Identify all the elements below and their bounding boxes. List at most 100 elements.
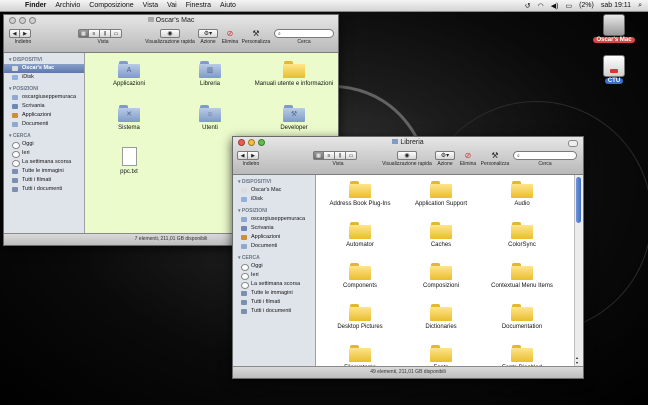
back-arrow-icon[interactable]: ◀ xyxy=(9,29,20,38)
folder-item[interactable]: Composizioni xyxy=(405,263,477,290)
desktop-icon-oscars-mac[interactable]: Oscar's Mac xyxy=(592,14,636,43)
folder-icon xyxy=(430,263,452,280)
menu-composizione[interactable]: Composizione xyxy=(89,2,133,9)
search-icon: ⌕ xyxy=(278,30,281,37)
folder-item[interactable]: Dictionaries xyxy=(405,304,477,331)
folder-item[interactable]: ✕ Sistema xyxy=(93,105,165,132)
sidebar-item-home[interactable]: oscargiuseppemuraca xyxy=(233,215,315,224)
delete-icon[interactable]: ⊘ xyxy=(219,29,241,38)
sidebar-item-documenti-search[interactable]: Tutti i documenti xyxy=(233,307,315,316)
time-machine-icon[interactable]: ↺ xyxy=(525,2,531,10)
sidebar-item-settimana[interactable]: La settimana scorsa xyxy=(233,280,315,289)
folder-item[interactable]: Automator xyxy=(324,222,396,249)
folder-item[interactable]: Fonts xyxy=(405,345,477,367)
menu-aiuto[interactable]: Aiuto xyxy=(220,2,236,9)
sidebar-item-home[interactable]: oscargiuseppemuraca xyxy=(4,93,84,102)
menu-vista[interactable]: Vista xyxy=(143,2,158,9)
sidebar-item-oggi[interactable]: Oggi xyxy=(233,262,315,271)
sidebar-item-idisk[interactable]: iDisk xyxy=(233,195,315,204)
search-input[interactable]: ⌕ xyxy=(513,151,577,160)
sidebar-item-scrivania[interactable]: Scrivania xyxy=(233,224,315,233)
back-forward-control: ◀ ▶ Indietro xyxy=(237,151,265,167)
forward-arrow-icon[interactable]: ▶ xyxy=(20,29,31,38)
desktop-icon-ctu[interactable]: CTU xyxy=(592,55,636,84)
idisk-icon xyxy=(241,197,247,202)
wifi-icon[interactable]: ◠ xyxy=(538,2,544,10)
sidebar-item-applicazioni[interactable]: Applicazioni xyxy=(233,233,315,242)
smart-folder-icon xyxy=(12,187,18,192)
search-input[interactable]: ⌕ xyxy=(274,29,334,38)
desktop-folder-icon xyxy=(241,226,247,231)
vertical-scrollbar[interactable]: ▴ ▾ xyxy=(574,175,583,367)
sidebar-item-immagini[interactable]: Tutte le immagini xyxy=(4,167,84,176)
sidebar-item-documenti[interactable]: Documenti xyxy=(233,242,315,251)
folder-item[interactable]: ▥ Libreria xyxy=(174,61,246,88)
sidebar-item-immagini[interactable]: Tutte le immagini xyxy=(233,289,315,298)
clock-icon xyxy=(241,273,249,280)
menu-finestra[interactable]: Finestra xyxy=(186,2,211,9)
eye-icon[interactable]: ◉ xyxy=(397,151,417,160)
folder-item[interactable]: ColorSync xyxy=(486,222,558,249)
search-icon: ⌕ xyxy=(517,152,520,159)
sidebar-item-idisk[interactable]: iDisk xyxy=(4,73,84,82)
clock[interactable]: sab 19:11 xyxy=(601,2,631,9)
folder-item[interactable]: ⚒ Developer xyxy=(258,105,330,132)
folder-item[interactable]: Application Support xyxy=(405,181,477,208)
sidebar-item-oggi[interactable]: Oggi xyxy=(4,140,84,149)
eye-icon[interactable]: ◉ xyxy=(160,29,180,38)
folder-item[interactable]: Audio xyxy=(486,181,558,208)
folder-item[interactable]: Components xyxy=(324,263,396,290)
computer-icon xyxy=(241,188,247,193)
menu-archivio[interactable]: Archivio xyxy=(55,2,80,9)
sidebar-heading-dispositivi: ▾ DISPOSITIVI xyxy=(9,57,43,63)
sidebar-item-scrivania[interactable]: Scrivania xyxy=(4,102,84,111)
scroll-thumb[interactable] xyxy=(576,177,581,223)
sidebar-item-filmati[interactable]: Tutti i filmati xyxy=(4,176,84,185)
folder-icon xyxy=(430,304,452,321)
folder-item[interactable]: Documentation xyxy=(486,304,558,331)
spotlight-icon[interactable]: ⌕ xyxy=(638,2,642,10)
toolbar-toggle-button[interactable] xyxy=(568,140,578,147)
icon-view-icon[interactable]: ▦ xyxy=(313,151,324,160)
folder-item[interactable]: Contextual Menu Items xyxy=(486,263,558,290)
forward-arrow-icon[interactable]: ▶ xyxy=(248,151,259,160)
file-item[interactable]: ppc.txt xyxy=(93,147,165,176)
folder-item[interactable]: ☺ Utenti xyxy=(174,105,246,132)
sidebar-item-applicazioni[interactable]: Applicazioni xyxy=(4,111,84,120)
cover-flow-icon[interactable]: ▭ xyxy=(346,151,357,160)
tools-icon[interactable]: ⚒ xyxy=(479,151,511,160)
sidebar-item-oscars-mac[interactable]: Oscar's Mac xyxy=(233,186,315,195)
gear-icon[interactable]: ⚙▾ xyxy=(435,151,455,160)
folder-item[interactable]: Fonts Disabled xyxy=(486,345,558,367)
folder-item[interactable]: Caches xyxy=(405,222,477,249)
battery-icon[interactable]: ▭ xyxy=(565,2,572,10)
column-view-icon[interactable]: ⫼ xyxy=(335,151,346,160)
sidebar-item-ieri[interactable]: Ieri xyxy=(233,271,315,280)
scroll-arrows-icon[interactable]: ▴ ▾ xyxy=(576,355,578,365)
tools-icon[interactable]: ⚒ xyxy=(240,29,272,38)
sidebar-item-settimana[interactable]: La settimana scorsa xyxy=(4,158,84,167)
users-folder-icon: ☺ xyxy=(199,105,221,122)
menu-finder[interactable]: Finder xyxy=(25,2,46,9)
menu-vai[interactable]: Vai xyxy=(167,2,177,9)
sidebar-item-ieri[interactable]: Ieri xyxy=(4,149,84,158)
folder-icon xyxy=(511,222,533,239)
delete-icon[interactable]: ⊘ xyxy=(457,151,479,160)
icon-view-icon[interactable]: ▦ xyxy=(78,29,89,38)
gear-icon[interactable]: ⚙▾ xyxy=(198,29,218,38)
folder-item[interactable]: Manuali utente e informazioni xyxy=(254,61,334,88)
folder-item[interactable]: A Applicazioni xyxy=(93,61,165,88)
back-arrow-icon[interactable]: ◀ xyxy=(237,151,248,160)
folder-item[interactable]: Desktop Pictures xyxy=(324,304,396,331)
volume-icon[interactable]: ◀) xyxy=(551,2,559,10)
sidebar-item-documenti-search[interactable]: Tutti i documenti xyxy=(4,185,84,194)
cover-flow-icon[interactable]: ▭ xyxy=(111,29,122,38)
column-view-icon[interactable]: ⫼ xyxy=(100,29,111,38)
sidebar-item-documenti[interactable]: Documenti xyxy=(4,120,84,129)
sidebar-item-filmati[interactable]: Tutti i filmati xyxy=(233,298,315,307)
list-view-icon[interactable]: ≡ xyxy=(324,151,335,160)
list-view-icon[interactable]: ≡ xyxy=(89,29,100,38)
folder-item[interactable]: Filesystems xyxy=(324,345,396,367)
sidebar-item-oscars-mac[interactable]: Oscar's Mac xyxy=(4,64,84,73)
folder-item[interactable]: Address Book Plug-Ins xyxy=(324,181,396,208)
